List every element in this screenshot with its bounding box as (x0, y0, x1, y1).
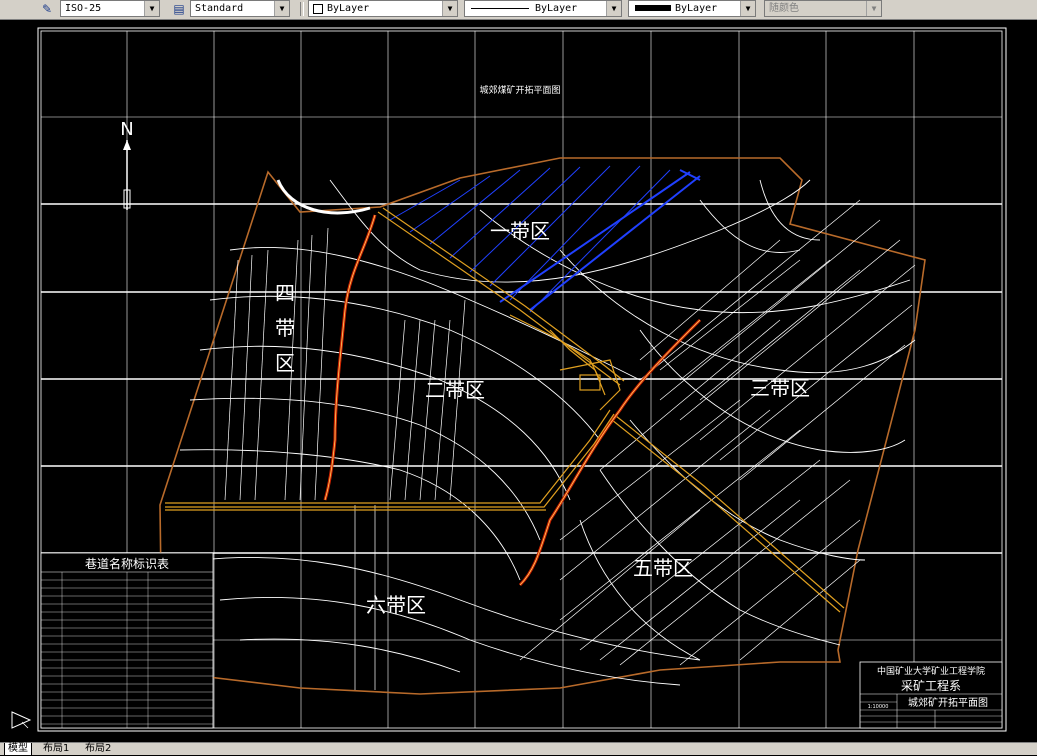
lineweight-value: ByLayer (675, 3, 718, 14)
zone-label-2: 二带区 (425, 378, 485, 402)
title-block-scale: 1:10000 (868, 704, 889, 710)
ucs-icon (11, 711, 32, 729)
drawing-title: 城郊煤矿开拓平面图 (479, 84, 560, 96)
zone-label-4-char-1: 四 (275, 281, 295, 305)
zone-label-3: 三带区 (750, 376, 810, 400)
linetype-sample-icon (471, 8, 529, 9)
north-label: N (120, 119, 133, 140)
tab-model[interactable]: 模型 (4, 743, 32, 756)
tablestyle-icon[interactable]: ▤ (170, 1, 188, 17)
title-block-department: 采矿工程系 (901, 678, 961, 693)
tablestyle-dropdown[interactable]: Standard ▼ (190, 0, 290, 17)
plotstyle-dropdown[interactable]: 随颜色 ▼ (764, 0, 882, 17)
chevron-down-icon: ▼ (144, 1, 159, 16)
chevron-down-icon: ▼ (442, 1, 457, 16)
zone-label-1: 一带区 (490, 219, 550, 243)
linetype-dropdown[interactable]: ByLayer ▼ (464, 0, 622, 17)
dimstyle-dropdown[interactable]: ISO-25 ▼ (60, 0, 160, 17)
title-block-drawing-name: 城郊矿开拓平面图 (908, 696, 988, 709)
chevron-down-icon: ▼ (866, 1, 881, 16)
chevron-down-icon: ▼ (606, 1, 621, 16)
title-block: 中国矿业大学矿业工程学院 采矿工程系 1:10000 城郊矿开拓平面图 (859, 661, 1003, 729)
fault-lines (323, 214, 702, 587)
zone-label-5: 五带区 (633, 556, 693, 580)
chevron-down-icon: ▼ (740, 1, 755, 16)
layer-color-dropdown[interactable]: ByLayer ▼ (308, 0, 458, 17)
contour-lines (179, 179, 916, 686)
zone-label-4-char-3: 区 (275, 351, 295, 375)
toolbar-separator (300, 2, 304, 16)
properties-toolbar: ✎ ISO-25 ▼ ▤ Standard ▼ ByLayer ▼ ByLaye… (0, 0, 1037, 20)
tab-layout1[interactable]: 布局1 (40, 743, 72, 755)
plotstyle-value: 随颜色 (769, 3, 799, 14)
title-block-school: 中国矿业大学矿业工程学院 (877, 665, 985, 677)
lineweight-sample-icon (635, 5, 671, 11)
layout-tabs: 模型 布局1 布局2 (0, 742, 1037, 756)
tab-layout2[interactable]: 布局2 (82, 743, 114, 755)
dimstyle-value: ISO-25 (65, 3, 102, 14)
roadway-legend-table: 巷道名称标识表 (40, 552, 214, 729)
drawing-canvas[interactable]: 城郊煤矿开拓平面图 N 一带区 二带区 三带区 四 带 区 五带区 六带区 巷道… (0, 20, 1037, 742)
linetype-value: ByLayer (535, 3, 578, 14)
lineweight-dropdown[interactable]: ByLayer ▼ (628, 0, 756, 17)
dimstyle-icon[interactable]: ✎ (38, 1, 56, 17)
chevron-down-icon: ▼ (274, 1, 289, 16)
north-arrow-icon (123, 140, 131, 210)
layer-color-value: ByLayer (327, 3, 370, 14)
shaft-station (509, 314, 621, 411)
tablestyle-value: Standard (195, 3, 244, 14)
fault-lines-highlight (324, 214, 701, 586)
legend-table-title: 巷道名称标识表 (85, 556, 169, 571)
color-swatch-icon (313, 4, 323, 14)
zone-label-6: 六带区 (366, 593, 426, 617)
zone-label-4-char-2: 带 (275, 316, 295, 340)
